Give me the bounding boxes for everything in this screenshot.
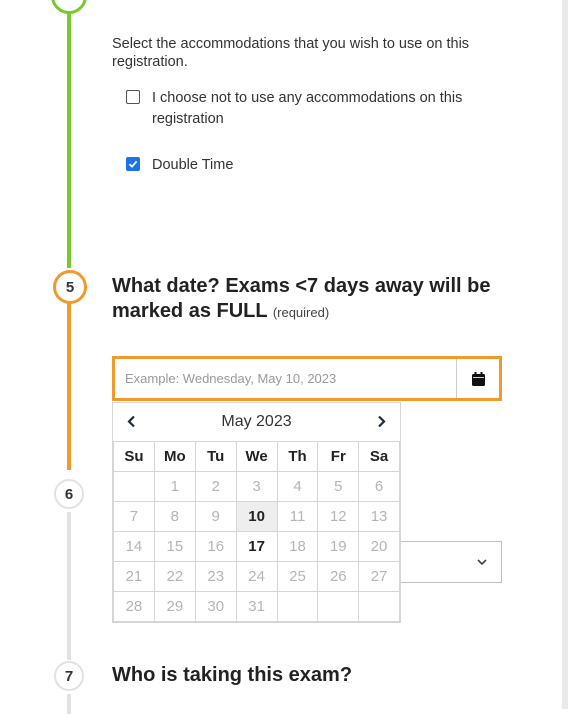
accommodation-option-double-time[interactable]: Double Time — [126, 155, 492, 176]
calendar-day: 29 — [153, 591, 196, 622]
calendar-day: 28 — [113, 591, 155, 622]
calendar-day: 26 — [317, 561, 360, 592]
calendar-day: 15 — [153, 531, 196, 562]
calendar-day: 23 — [194, 561, 237, 592]
calendar-day: 18 — [276, 531, 319, 562]
calendar-day: 8 — [153, 501, 196, 532]
calendar-week-row: 21 22 23 24 25 26 27 — [113, 561, 400, 592]
calendar-day: 10 — [235, 501, 278, 532]
calendar-day: 16 — [194, 531, 237, 562]
weekday-header: We — [235, 442, 278, 472]
weekday-header: Tu — [194, 442, 237, 472]
double-time-checkbox[interactable] — [126, 157, 140, 171]
step-number-7: 7 — [54, 661, 84, 691]
calendar-day: 21 — [113, 561, 155, 592]
chevron-right-icon[interactable] — [374, 412, 390, 433]
calendar-day: 19 — [317, 531, 360, 562]
calendar-day: 2 — [194, 471, 237, 502]
accommodation-none-label: I choose not to use any accommodations o… — [152, 90, 463, 127]
calendar-empty-cell — [276, 591, 319, 622]
calendar-day[interactable]: 17 — [235, 531, 278, 562]
calendar-day: 11 — [276, 501, 319, 532]
accommodation-none-checkbox[interactable] — [126, 90, 140, 104]
calendar-day: 22 — [153, 561, 196, 592]
calendar-month-label: May 2023 — [221, 413, 292, 430]
weekday-header-row: Su Mo Tu We Th Fr Sa — [113, 442, 400, 472]
calendar-empty-cell — [358, 591, 400, 622]
chevron-left-icon[interactable] — [123, 412, 139, 433]
calendar-day: 4 — [276, 471, 319, 502]
chevron-down-icon — [477, 554, 487, 569]
step-number-5: 5 — [53, 270, 87, 304]
accommodations-intro: Select the accommodations that you wish … — [112, 36, 470, 70]
calendar-header: May 2023 — [113, 403, 400, 442]
double-time-label: Double Time — [152, 157, 234, 173]
date-picker-calendar: May 2023 Su Mo Tu We Th Fr Sa 1234567891… — [112, 402, 401, 623]
calendar-empty-cell — [113, 471, 155, 502]
weekday-header: Mo — [153, 442, 196, 472]
calendar-week-row: 7 8 9 10 11 12 13 — [113, 501, 400, 532]
calendar-week-row: 14 15 16 17 18 19 20 — [113, 531, 400, 562]
calendar-day: 20 — [358, 531, 400, 562]
date-question-title: What date? Exams <7 days away will be ma… — [112, 274, 512, 325]
exam-taker-question-title: Who is taking this exam? — [112, 664, 353, 686]
required-label: (required) — [272, 305, 330, 320]
calendar-empty-cell — [317, 591, 360, 622]
calendar-day: 31 — [235, 591, 278, 622]
calendar-week-row: 28 29 30 31 — [113, 591, 400, 622]
calendar-day: 12 — [317, 501, 360, 532]
checkmark-icon — [128, 160, 138, 168]
calendar-week-row: 123456 — [113, 471, 400, 502]
calendar-day: 6 — [358, 471, 400, 502]
calendar-day: 25 — [276, 561, 319, 592]
open-calendar-button[interactable] — [456, 359, 499, 398]
calendar-day: 7 — [113, 501, 155, 532]
calendar-day: 24 — [235, 561, 278, 592]
calendar-days: 1 2 3 4 5 6 7 8 9 10 11 12 13 14 15 16 17 18 19 20 21 22 23 24 2… — [113, 471, 400, 622]
date-input[interactable]: Example: Wednesday, May 10, 2023 — [115, 359, 456, 398]
weekday-header: Fr — [317, 442, 360, 472]
calendar-day: 14 — [113, 531, 155, 562]
weekday-header: Sa — [358, 442, 400, 472]
timeline-line-pending — [67, 512, 71, 660]
timeline-line-active — [67, 300, 71, 470]
timeline-line-completed — [67, 0, 71, 268]
calendar-day: 30 — [194, 591, 237, 622]
calendar-day: 9 — [194, 501, 237, 532]
calendar-day: 27 — [358, 561, 400, 592]
weekday-header: Su — [113, 442, 155, 472]
weekday-header: Th — [276, 442, 319, 472]
calendar-icon — [471, 371, 485, 386]
date-field[interactable]: Example: Wednesday, May 10, 2023 — [112, 356, 502, 401]
step-6-select[interactable] — [398, 541, 502, 583]
step-number-6: 6 — [54, 479, 84, 509]
page-scrollbar-gutter — [562, 0, 568, 709]
step-circle-completed — [51, 0, 87, 14]
accommodation-option-none[interactable]: I choose not to use any accommodations o… — [126, 88, 492, 130]
timeline-line-pending — [67, 694, 71, 714]
calendar-grid: Su Mo Tu We Th Fr Sa 1 2 3 4 5 6 7 8 9 10 11 12 13 14… — [113, 442, 400, 622]
calendar-day: 13 — [358, 501, 400, 532]
calendar-day: 5 — [317, 471, 360, 502]
calendar-day: 1 — [153, 471, 196, 502]
calendar-day: 3 — [235, 471, 278, 502]
